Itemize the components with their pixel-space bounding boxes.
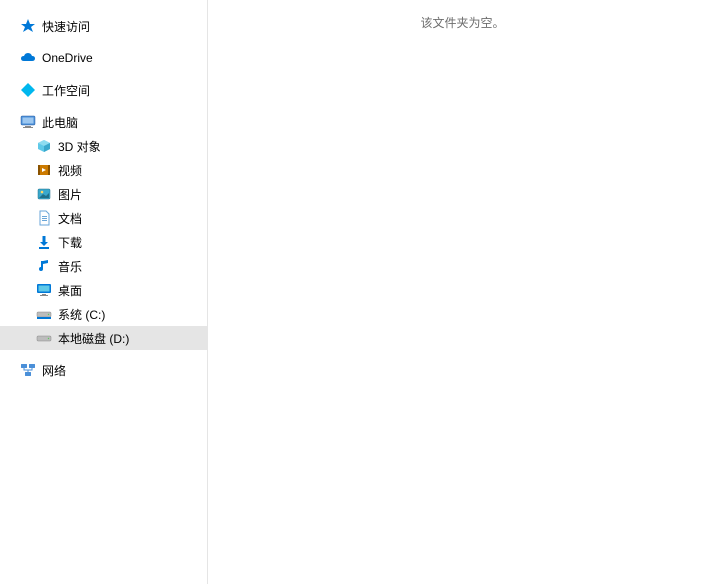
sidebar-label: 图片 [58, 186, 82, 203]
music-icon [36, 258, 52, 274]
sidebar-label: 下载 [58, 234, 82, 251]
sidebar-label: 此电脑 [42, 114, 78, 131]
sidebar-item-onedrive[interactable]: OneDrive [0, 46, 207, 70]
workspace-icon [20, 82, 36, 98]
sidebar-label: 音乐 [58, 258, 82, 275]
sidebar-label: 视频 [58, 162, 82, 179]
navigation-pane: 快速访问 OneDrive 工作空间 此电脑 3D 对象 视频 [0, 0, 208, 584]
sidebar-item-this-pc[interactable]: 此电脑 [0, 110, 207, 134]
sidebar-label: 文档 [58, 210, 82, 227]
sidebar-label: 快速访问 [42, 18, 90, 35]
this-pc-icon [20, 114, 36, 130]
downloads-icon [36, 234, 52, 250]
sidebar-label: OneDrive [42, 51, 93, 65]
sidebar-item-videos[interactable]: 视频 [0, 158, 207, 182]
pictures-icon [36, 186, 52, 202]
sidebar-item-data-drive[interactable]: 本地磁盘 (D:) [0, 326, 207, 350]
sidebar-item-desktop[interactable]: 桌面 [0, 278, 207, 302]
desktop-icon [36, 282, 52, 298]
network-icon [20, 362, 36, 378]
sidebar-item-workspace[interactable]: 工作空间 [0, 78, 207, 102]
sidebar-label: 网络 [42, 362, 66, 379]
sidebar-item-pictures[interactable]: 图片 [0, 182, 207, 206]
sidebar-label: 工作空间 [42, 82, 90, 99]
documents-icon [36, 210, 52, 226]
objects3d-icon [36, 138, 52, 154]
sidebar-label: 3D 对象 [58, 138, 101, 155]
sidebar-item-music[interactable]: 音乐 [0, 254, 207, 278]
sidebar-item-downloads[interactable]: 下载 [0, 230, 207, 254]
sidebar-item-quick-access[interactable]: 快速访问 [0, 14, 207, 38]
content-pane[interactable]: 该文件夹为空。 [208, 0, 717, 584]
drive-icon [36, 306, 52, 322]
onedrive-icon [20, 50, 36, 66]
quick-access-icon [20, 18, 36, 34]
drive-icon [36, 330, 52, 346]
sidebar-item-system-drive[interactable]: 系统 (C:) [0, 302, 207, 326]
empty-folder-message: 该文件夹为空。 [208, 0, 717, 31]
sidebar-item-documents[interactable]: 文档 [0, 206, 207, 230]
sidebar-item-3d-objects[interactable]: 3D 对象 [0, 134, 207, 158]
sidebar-item-network[interactable]: 网络 [0, 358, 207, 382]
sidebar-label: 本地磁盘 (D:) [58, 330, 129, 347]
sidebar-label: 系统 (C:) [58, 306, 105, 323]
sidebar-label: 桌面 [58, 282, 82, 299]
videos-icon [36, 162, 52, 178]
